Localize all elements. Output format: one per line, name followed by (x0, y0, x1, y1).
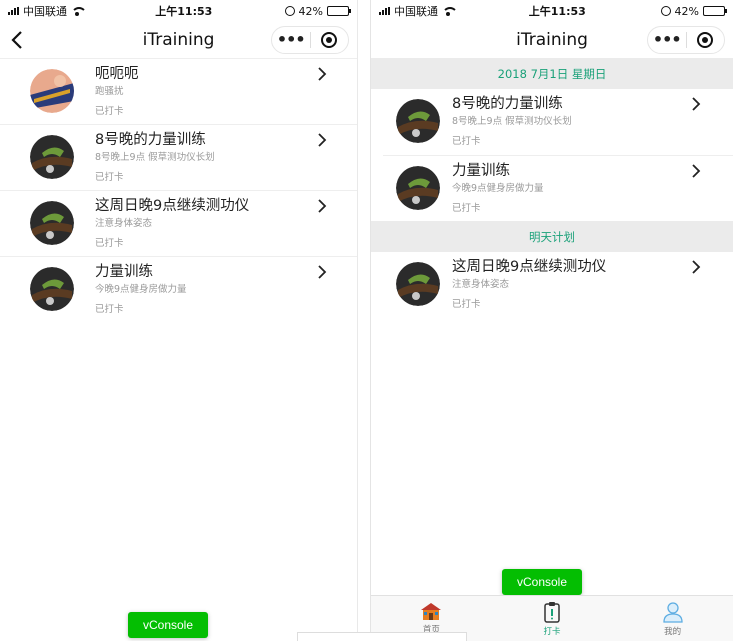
avatar (30, 135, 74, 179)
item-subtitle: 注意身体姿态 (95, 218, 153, 229)
right-screen: 中国联通 上午11:53 42% iTraining ••• 2018 7月1日… (370, 0, 733, 641)
item-title: 这周日晚9点继续测功仪 (452, 259, 607, 275)
item-status: 已打卡 (452, 299, 481, 310)
item-status: 已打卡 (95, 106, 124, 117)
close-mini-program-button[interactable] (687, 32, 725, 48)
battery-icon (703, 6, 727, 16)
item-status: 已打卡 (95, 304, 124, 315)
chevron-right-icon (692, 260, 701, 274)
item-subtitle: 跑骚扰 (95, 86, 124, 97)
back-arrow-icon[interactable] (8, 29, 30, 51)
chevron-right-icon (318, 265, 327, 279)
item-subtitle: 今晚9点健身房做力量 (452, 183, 544, 194)
close-mini-program-button[interactable] (311, 32, 349, 48)
chevron-right-icon (692, 164, 701, 178)
list-item[interactable]: 呃呃呃 跑骚扰 已打卡 (0, 58, 357, 124)
signal-icon (8, 7, 19, 15)
battery-percent: 42% (674, 4, 699, 18)
more-icon[interactable]: ••• (272, 27, 310, 53)
item-title: 8号晚的力量训练 (95, 132, 206, 148)
page-title: iTraining (142, 30, 215, 50)
list-item[interactable]: 8号晚的力量训练 8号晚上9点 假草测功仪长划 已打卡 (371, 89, 733, 155)
more-icon[interactable]: ••• (648, 27, 686, 53)
status-bar: 中国联通 上午11:53 42% (371, 0, 733, 22)
vconsole-button[interactable]: vConsole (502, 569, 582, 595)
section-header-date: 2018 7月1日 星期日 (371, 58, 733, 89)
chevron-right-icon (318, 67, 327, 81)
vconsole-button[interactable]: vConsole (128, 612, 208, 638)
mini-program-capsule: ••• (647, 26, 725, 54)
checkin-list: 呃呃呃 跑骚扰 已打卡 8号晚的力量训练 8号晚上9点 假草测功仪长划 已打卡 (0, 58, 357, 322)
wifi-icon (71, 6, 87, 16)
item-subtitle: 8号晚上9点 假草测功仪长划 (95, 152, 215, 163)
item-status: 已打卡 (452, 203, 481, 214)
nav-bar: iTraining ••• (371, 22, 733, 58)
left-screen: 中国联通 上午11:53 42% iTraining ••• 呃呃呃 跑骚扰 已… (0, 0, 357, 641)
item-status: 已打卡 (95, 238, 124, 249)
target-icon (321, 32, 338, 48)
house-icon (421, 603, 442, 620)
bottom-overlay-strip (297, 632, 467, 641)
screen-divider (357, 0, 370, 641)
list-item[interactable]: 8号晚的力量训练 8号晚上9点 假草测功仪长划 已打卡 (0, 124, 357, 190)
status-bar: 中国联通 上午11:53 42% (0, 0, 357, 22)
target-icon (697, 32, 714, 48)
wifi-icon (442, 6, 458, 16)
item-subtitle: 注意身体姿态 (452, 279, 510, 290)
list-item[interactable]: 这周日晚9点继续测功仪 注意身体姿态 已打卡 (0, 190, 357, 256)
tab-checkin[interactable]: 打卡 (492, 596, 613, 641)
item-status: 已打卡 (95, 172, 124, 183)
list-item[interactable]: 这周日晚9点继续测功仪 注意身体姿态 已打卡 (371, 252, 733, 318)
list-item[interactable]: 力量训练 今晚9点健身房做力量 已打卡 (0, 256, 357, 322)
avatar (30, 201, 74, 245)
avatar (30, 69, 74, 113)
item-title: 力量训练 (452, 163, 510, 179)
section-header-tomorrow: 明天计划 (371, 221, 733, 252)
avatar (30, 267, 74, 311)
status-time: 上午11:53 (155, 5, 213, 18)
chevron-right-icon (692, 97, 701, 111)
chevron-right-icon (318, 133, 327, 147)
avatar (396, 262, 440, 306)
avatar (396, 99, 440, 143)
page-title: iTraining (516, 30, 588, 50)
carrier-label: 中国联通 (23, 5, 67, 18)
status-time: 上午11:53 (528, 5, 586, 18)
battery-icon (327, 6, 351, 16)
item-title: 8号晚的力量训练 (452, 96, 563, 112)
checkin-list-today: 8号晚的力量训练 8号晚上9点 假草测功仪长划 已打卡 力量训练 今晚9点健身房… (371, 89, 733, 221)
item-status: 已打卡 (452, 136, 481, 147)
chevron-right-icon (318, 199, 327, 213)
avatar (396, 166, 440, 210)
tab-label: 打卡 (543, 627, 561, 637)
tab-label: 我的 (664, 627, 682, 637)
battery-percent: 42% (298, 4, 323, 18)
item-title: 呃呃呃 (95, 66, 139, 82)
rotation-lock-icon (660, 6, 671, 16)
checkin-list-tomorrow: 这周日晚9点继续测功仪 注意身体姿态 已打卡 (371, 252, 733, 318)
signal-icon (379, 7, 390, 15)
nav-bar: iTraining ••• (0, 22, 357, 58)
item-title: 这周日晚9点继续测功仪 (95, 198, 250, 214)
tab-mine[interactable]: 我的 (612, 596, 733, 641)
item-subtitle: 今晚9点健身房做力量 (95, 284, 187, 295)
user-icon (663, 602, 683, 623)
mini-program-capsule: ••• (271, 26, 349, 54)
carrier-label: 中国联通 (394, 5, 438, 18)
rotation-lock-icon (284, 6, 295, 16)
item-subtitle: 8号晚上9点 假草测功仪长划 (452, 116, 572, 127)
clipboard-icon (544, 602, 560, 623)
list-item[interactable]: 力量训练 今晚9点健身房做力量 已打卡 (383, 155, 733, 221)
item-title: 力量训练 (95, 264, 153, 280)
